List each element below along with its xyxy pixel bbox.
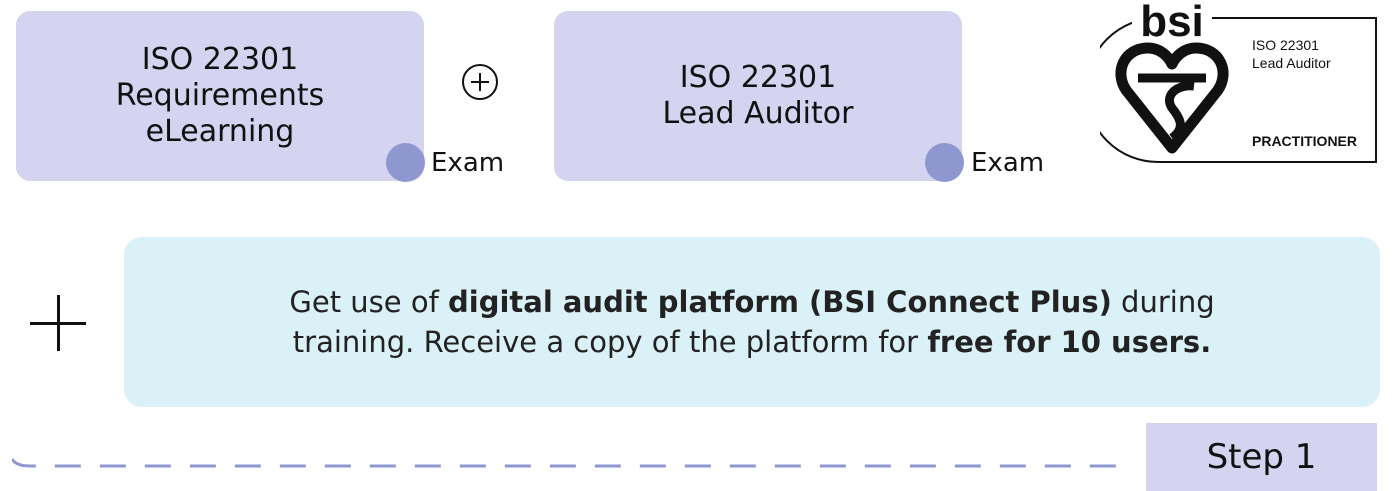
exam-label: Exam — [431, 148, 505, 178]
course-card-requirements-elearning: ISO 22301 Requirements eLearning — [16, 11, 424, 181]
platform-info-box: Get use of digital audit platform (BSI C… — [124, 237, 1380, 407]
course-title-line: Requirements — [115, 78, 325, 113]
plus-circle-icon — [462, 64, 498, 100]
bsi-kitemark-logo: bsi ISO 22301 Lead Auditor PRACTITIONER — [1085, 0, 1377, 163]
step-label-text: Step 1 — [1206, 437, 1317, 477]
badge-standard-text: ISO 22301 — [1252, 37, 1319, 53]
course-card-lead-auditor: ISO 22301 Lead Auditor — [554, 11, 962, 181]
info-text: Get use of — [289, 285, 448, 319]
info-text: training. Receive a copy of the platform… — [292, 325, 928, 359]
course-title-line: ISO 22301 — [141, 42, 299, 77]
exam-dot-icon — [925, 143, 964, 182]
info-line-1: Get use of digital audit platform (BSI C… — [289, 282, 1214, 322]
badge-level-text: PRACTITIONER — [1252, 133, 1357, 149]
info-highlight: free for 10 users. — [927, 325, 1212, 359]
timeline-dashed-line — [12, 458, 1122, 468]
info-line-2: training. Receive a copy of the platform… — [293, 322, 1211, 362]
exam-label: Exam — [971, 148, 1045, 178]
info-text: during — [1111, 285, 1215, 319]
course-title-line: ISO 22301 — [679, 60, 837, 95]
bsi-logo-text: bsi — [1140, 0, 1204, 46]
course-title-line: Lead Auditor — [662, 96, 854, 131]
plus-icon — [30, 295, 86, 351]
info-highlight: digital audit platform (BSI Connect Plus… — [448, 285, 1112, 319]
course-title-line: eLearning — [145, 114, 295, 149]
exam-dot-icon — [386, 143, 425, 182]
badge-role-text: Lead Auditor — [1252, 55, 1331, 71]
step-label: Step 1 — [1146, 423, 1377, 491]
bsi-certification-badge: bsi ISO 22301 Lead Auditor PRACTITIONER — [1085, 0, 1390, 182]
